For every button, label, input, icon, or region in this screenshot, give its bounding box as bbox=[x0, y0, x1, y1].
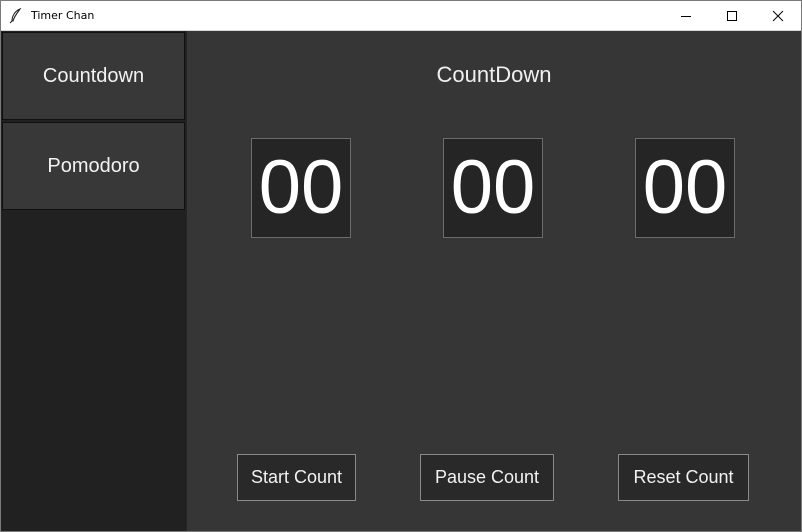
hours-display: 00 bbox=[251, 138, 351, 238]
button-label: Pause Count bbox=[434, 467, 540, 487]
sidebar-item-countdown[interactable]: Countdown bbox=[2, 32, 185, 120]
page-title: CountDown bbox=[436, 62, 552, 87]
window-title: Timer Chan bbox=[31, 9, 95, 22]
close-button[interactable] bbox=[755, 1, 801, 31]
countdown-panel: CountDown 00 00 00 Start Count Pause Cou… bbox=[187, 31, 801, 531]
feather-icon bbox=[9, 7, 23, 24]
start-count-button[interactable]: Start Count bbox=[237, 454, 356, 501]
pause-count-button[interactable]: Pause Count bbox=[420, 454, 554, 501]
minutes-display: 00 bbox=[443, 138, 543, 238]
sidebar-item-pomodoro[interactable]: Pomodoro bbox=[2, 122, 185, 210]
button-label: Reset Count bbox=[633, 467, 734, 487]
sidebar-item-label: Countdown bbox=[42, 64, 145, 87]
minimize-button[interactable] bbox=[663, 1, 709, 31]
button-label: Start Count bbox=[250, 467, 343, 487]
title-bar[interactable]: Timer Chan bbox=[1, 1, 801, 31]
maximize-button[interactable] bbox=[709, 1, 755, 31]
sidebar-item-label: Pomodoro bbox=[47, 154, 140, 177]
reset-count-button[interactable]: Reset Count bbox=[618, 454, 749, 501]
sidebar: Countdown Pomodoro bbox=[1, 31, 186, 531]
app-window: Timer Chan Countdown Pomodoro CountDown … bbox=[0, 0, 802, 532]
seconds-display: 00 bbox=[635, 138, 735, 238]
